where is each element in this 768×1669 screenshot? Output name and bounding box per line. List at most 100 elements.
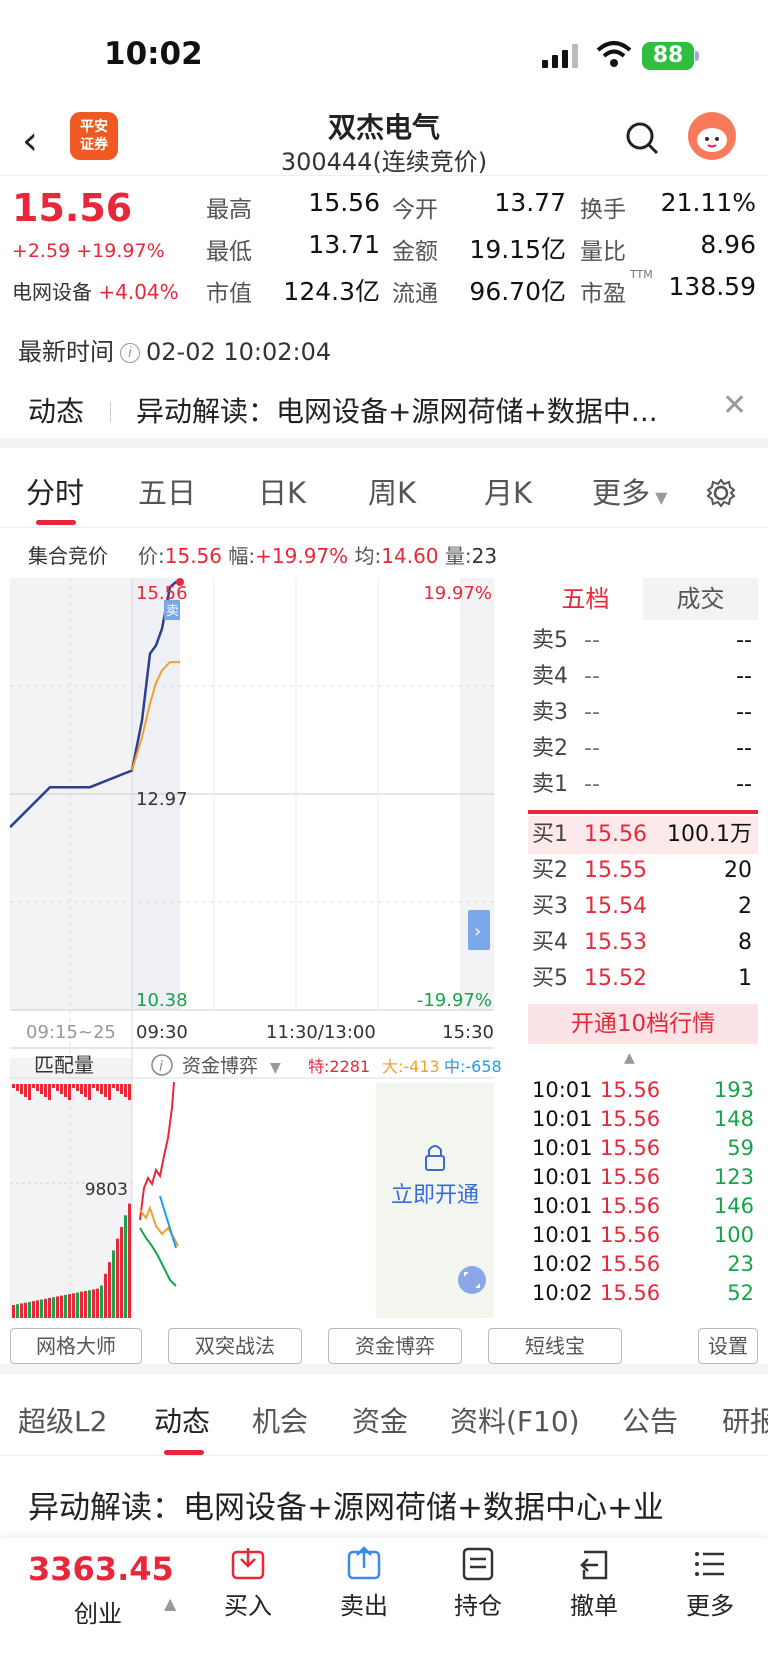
info-icon[interactable]: i — [120, 343, 140, 363]
short-line-button[interactable]: 短线宝 — [488, 1328, 622, 1364]
chevron-up-icon[interactable]: ▲ — [164, 1594, 176, 1613]
ask-price: -- — [584, 628, 600, 653]
fund-game-button[interactable]: 资金博弈 — [328, 1328, 462, 1364]
dynamics-bar[interactable]: 动态 异动解读：电网设备+源网荷储+数据中... ✕ — [0, 376, 768, 448]
chart-tabs: 分时 五日 日K 周K 月K 更多 ▼ — [0, 458, 768, 528]
trade-price: 15.56 — [600, 1165, 661, 1189]
footer-bar: 3363.45 创业 ▲ 买入 卖出 持仓 撤单 更多 — [0, 1538, 768, 1669]
tab-monthly-k[interactable]: 月K — [484, 470, 532, 512]
ask-volume: -- — [736, 700, 752, 725]
tab-underline — [36, 520, 76, 525]
gear-icon[interactable] — [706, 478, 736, 508]
fund-large-line — [139, 1205, 179, 1247]
tab-super-l2[interactable]: 超级L2 — [18, 1400, 107, 1440]
close-icon[interactable]: ✕ — [722, 388, 747, 423]
ask-volume: -- — [736, 628, 752, 653]
tab-funds[interactable]: 资金 — [352, 1400, 408, 1440]
feed-item[interactable]: 异动解读：电网设备+源网荷储+数据中心+业 — [28, 1482, 768, 1527]
tab-more[interactable]: 更多 ▼ — [592, 470, 667, 512]
tab-trades[interactable]: 成交 — [643, 578, 758, 620]
ask-row[interactable]: 卖2 -- -- — [528, 730, 758, 768]
unmatched-bar — [24, 1084, 27, 1097]
bid-row[interactable]: 买1 15.56 100.1万 — [528, 816, 758, 854]
stat-label: 金额 — [392, 239, 438, 265]
buy-button[interactable]: 买入 — [198, 1546, 298, 1621]
tab-weekly-k[interactable]: 周K — [368, 470, 416, 512]
unmatched-bar — [40, 1084, 43, 1094]
unmatched-bar — [108, 1084, 111, 1100]
order-book: 五档 成交 卖5 -- -- 卖4 -- -- 卖3 -- -- 卖2 -- -- 卖1 -- -- 买1 1… — [528, 578, 758, 1318]
fullscreen-icon[interactable] — [458, 1266, 486, 1294]
volume-bar — [68, 1294, 71, 1318]
ask-row[interactable]: 卖5 -- -- — [528, 622, 758, 660]
auction-price-label: 价: — [138, 544, 165, 568]
intraday-chart[interactable]: 卖 15.56 12.97 10.38 19.97% -19.97% › 09:… — [9, 578, 526, 1318]
tab-announcements[interactable]: 公告 — [622, 1400, 678, 1440]
bid-label: 买2 — [532, 858, 568, 883]
volume-bar — [100, 1285, 103, 1318]
unlock-label[interactable]: 立即开通 — [391, 1183, 479, 1208]
trade-price: 15.56 — [600, 1078, 661, 1102]
spread-divider — [528, 810, 758, 814]
dynamics-tag: 动态 — [28, 395, 85, 428]
tab-depth[interactable]: 五档 — [528, 578, 643, 620]
positions-button[interactable]: 持仓 — [428, 1546, 528, 1621]
chart-svg[interactable]: 卖 15.56 12.97 10.38 19.97% -19.97% › 09:… — [9, 578, 526, 1318]
cancel-order-button[interactable]: 撤单 — [544, 1546, 644, 1621]
tab-dynamics[interactable]: 动态 — [154, 1400, 210, 1440]
auction-avg: 14.60 — [381, 544, 439, 568]
svg-text:›: › — [474, 921, 481, 942]
bid-volume: 1 — [738, 966, 752, 991]
ask-row[interactable]: 卖1 -- -- — [528, 766, 758, 804]
ask-row[interactable]: 卖3 -- -- — [528, 694, 758, 732]
breakout-strategy-button[interactable]: 双突战法 — [168, 1328, 302, 1364]
time-start-label: 09:15~25 — [26, 1022, 116, 1043]
dynamics-text[interactable]: 异动解读：电网设备+源网荷储+数据中... — [136, 390, 706, 430]
sector-info[interactable]: 电网设备 +4.04% — [12, 276, 179, 305]
orderbook-tabs: 五档 成交 — [528, 578, 758, 620]
search-icon[interactable] — [624, 120, 660, 156]
auction-avg-label: 均: — [354, 544, 382, 568]
settings-button[interactable]: 设置 — [698, 1328, 758, 1364]
undo-icon — [580, 1550, 608, 1580]
tab-daily-k[interactable]: 日K — [258, 470, 306, 512]
tab-underline — [164, 1450, 204, 1455]
stat-value: 96.70亿 — [469, 277, 566, 306]
tab-research[interactable]: 研报 — [722, 1400, 768, 1440]
tab-profile[interactable]: 资料(F10) — [450, 1400, 580, 1440]
grid-master-button[interactable]: 网格大师 — [10, 1328, 142, 1364]
index-name[interactable]: 创业 — [74, 1594, 122, 1629]
trade-row: 10:02 15.56 52 — [532, 1279, 754, 1308]
bid-row[interactable]: 买5 15.52 1 — [528, 960, 758, 998]
stat-value: 13.71 — [308, 230, 380, 259]
auction-values: 价:15.56 幅:+19.97% 均:14.60 量:23 — [138, 540, 497, 569]
volume-bar — [112, 1250, 115, 1318]
sell-label: 卖出 — [340, 1592, 388, 1620]
tab-opportunity[interactable]: 机会 — [252, 1400, 308, 1440]
ask-row[interactable]: 卖4 -- -- — [528, 658, 758, 696]
index-value[interactable]: 3363.45 — [28, 1550, 174, 1588]
tab-5day[interactable]: 五日 — [138, 470, 196, 512]
volume-bar — [64, 1294, 67, 1318]
more-button[interactable]: 更多 — [660, 1546, 760, 1621]
update-value: 02-02 10:02:04 — [146, 338, 332, 366]
tab-intraday[interactable]: 分时 — [26, 470, 84, 512]
chevron-up-icon[interactable]: ▲ — [624, 1050, 635, 1066]
sell-button[interactable]: 卖出 — [314, 1546, 414, 1621]
chevron-down-icon: ▼ — [650, 488, 668, 507]
upgrade-10-level-button[interactable]: 开通10档行情 — [528, 1004, 758, 1044]
volume-bar — [20, 1303, 23, 1318]
unmatched-bar — [76, 1084, 79, 1091]
trade-volume: 100 — [713, 1223, 754, 1247]
volume-bar — [32, 1301, 35, 1318]
assistant-avatar-icon[interactable] — [688, 112, 736, 160]
unmatched-bar — [36, 1084, 39, 1091]
volume-bar — [92, 1289, 95, 1318]
bid-row[interactable]: 买3 15.54 2 — [528, 888, 758, 926]
stat-label: 市盈 — [580, 281, 626, 307]
bid-row[interactable]: 买4 15.53 8 — [528, 924, 758, 962]
quote-panel: 15.56 +2.59 +19.97% 电网设备 +4.04% 最高 15.56… — [0, 176, 768, 316]
battery-tip — [695, 51, 699, 61]
bid-row[interactable]: 买2 15.55 20 — [528, 852, 758, 890]
volume-bar — [104, 1273, 107, 1318]
